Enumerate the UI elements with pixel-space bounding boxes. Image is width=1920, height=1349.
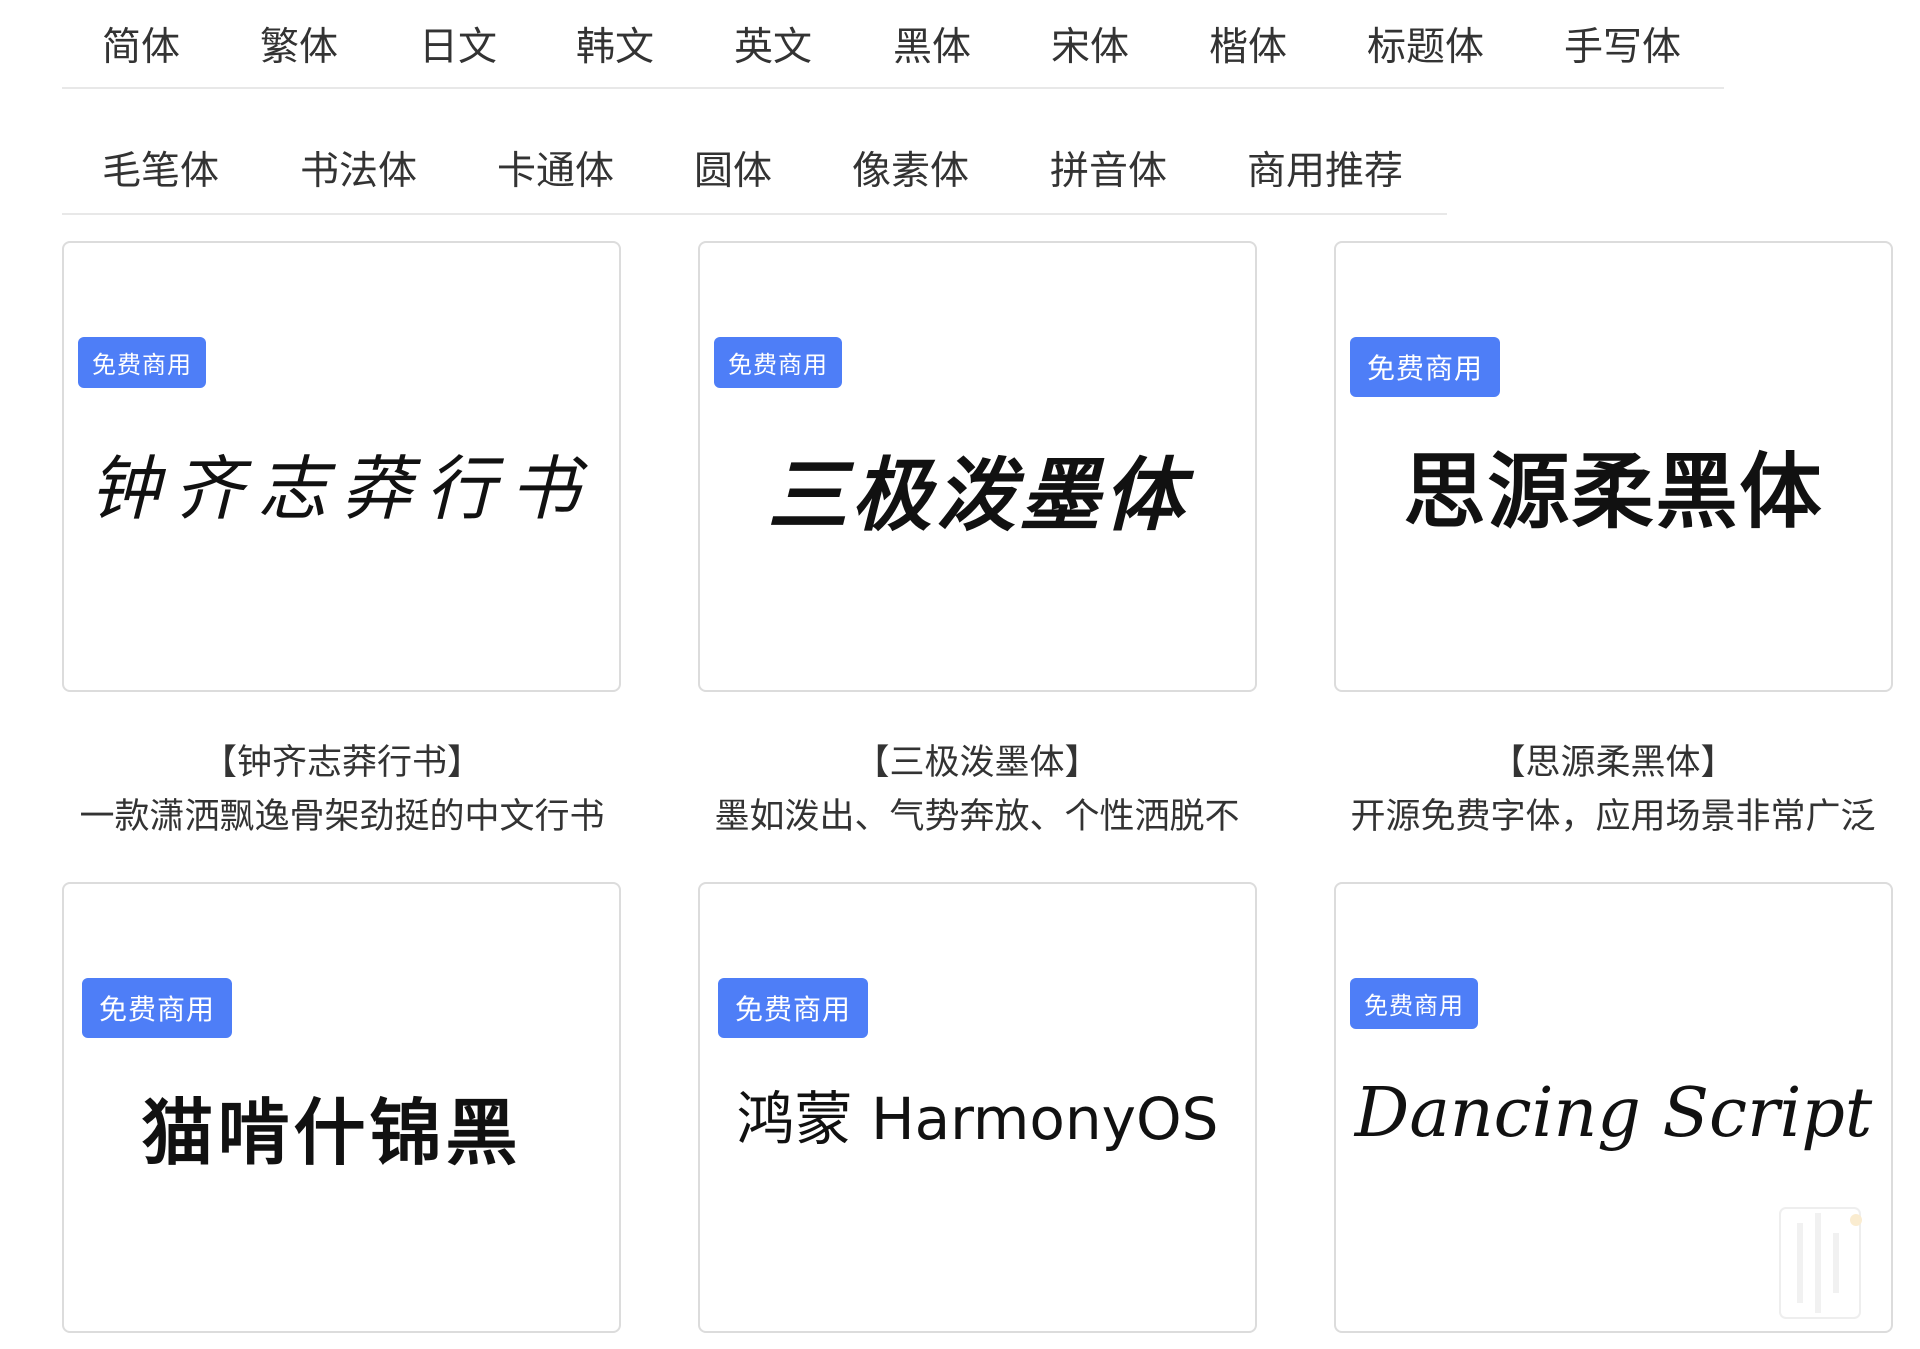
- font-preview: 钟齐志莽行书: [89, 448, 594, 530]
- font-description: 墨如泼出、气势奔放、个性洒脱不: [714, 797, 1240, 837]
- font-preview: 思源柔黑体: [1403, 445, 1824, 540]
- category-nav-row-2: 毛笔体 书法体 卡通体 圆体 像素体 拼音体 商用推荐: [62, 123, 1447, 215]
- nav-item-rounded[interactable]: 圆体: [694, 140, 772, 196]
- font-title[interactable]: 【三极泼墨体】: [697, 736, 1257, 790]
- free-commercial-badge: 免费商用: [1350, 978, 1478, 1029]
- free-commercial-badge: 免费商用: [718, 978, 869, 1038]
- watermark-logo-icon: [1779, 1207, 1862, 1319]
- nav-item-commercial-recommend[interactable]: 商用推荐: [1247, 140, 1403, 196]
- font-description: 开源免费字体，应用场景非常广泛: [1350, 797, 1876, 837]
- font-preview: 三极泼墨体: [767, 448, 1188, 542]
- nav-item-traditional[interactable]: 繁体: [260, 16, 338, 72]
- nav-item-cartoon[interactable]: 卡通体: [497, 140, 614, 196]
- nav-item-heiti[interactable]: 黑体: [893, 16, 971, 72]
- font-card-caption: 【思源柔黑体】 开源免费字体，应用场景非常广泛: [1333, 736, 1893, 844]
- free-commercial-badge: 免费商用: [82, 978, 233, 1038]
- nav-item-pinyin[interactable]: 拼音体: [1050, 140, 1167, 196]
- free-commercial-badge: 免费商用: [1350, 337, 1501, 397]
- font-title[interactable]: 【钟齐志莽行书】: [62, 736, 622, 790]
- font-preview: 鸿蒙 HarmonyOS: [736, 1085, 1219, 1153]
- font-card-maoken-shijinhei[interactable]: 免费商用 猫啃什锦黑: [62, 882, 621, 1333]
- nav-item-english[interactable]: 英文: [734, 16, 812, 72]
- nav-item-korean[interactable]: 韩文: [576, 16, 654, 72]
- nav-item-simplified[interactable]: 简体: [102, 16, 180, 72]
- category-nav-row-1: 简体 繁体 日文 韩文 英文 黑体 宋体 楷体 标题体 手写体: [62, 0, 1724, 89]
- font-preview: Dancing Script: [1354, 1074, 1873, 1153]
- font-description: 一款潇洒飘逸骨架劲挺的中文行书: [79, 797, 605, 837]
- free-commercial-badge: 免费商用: [78, 337, 206, 388]
- nav-item-handwriting[interactable]: 手写体: [1564, 16, 1681, 72]
- nav-item-calligraphy[interactable]: 书法体: [300, 140, 417, 196]
- font-title[interactable]: 【思源柔黑体】: [1333, 736, 1893, 790]
- font-card-sanji-pomo[interactable]: 免费商用 三极泼墨体: [698, 241, 1257, 692]
- nav-item-pixel[interactable]: 像素体: [852, 140, 969, 196]
- font-card-caption: 【三极泼墨体】 墨如泼出、气势奔放、个性洒脱不: [697, 736, 1257, 844]
- free-commercial-badge: 免费商用: [714, 337, 842, 388]
- nav-item-kaiti[interactable]: 楷体: [1209, 16, 1287, 72]
- font-card-caption: 【钟齐志莽行书】 一款潇洒飘逸骨架劲挺的中文行书: [62, 736, 622, 844]
- nav-item-brush[interactable]: 毛笔体: [102, 140, 219, 196]
- font-card-siyuan-rouhei[interactable]: 免费商用 思源柔黑体: [1334, 241, 1893, 692]
- nav-item-songti[interactable]: 宋体: [1051, 16, 1129, 72]
- nav-item-title-font[interactable]: 标题体: [1367, 16, 1484, 72]
- font-card-harmonyos[interactable]: 免费商用 鸿蒙 HarmonyOS: [698, 882, 1257, 1333]
- font-card-zhongqi-xingshu[interactable]: 免费商用 钟齐志莽行书: [62, 241, 621, 692]
- font-preview: 猫啃什锦黑: [141, 1091, 522, 1175]
- nav-item-japanese[interactable]: 日文: [419, 16, 497, 72]
